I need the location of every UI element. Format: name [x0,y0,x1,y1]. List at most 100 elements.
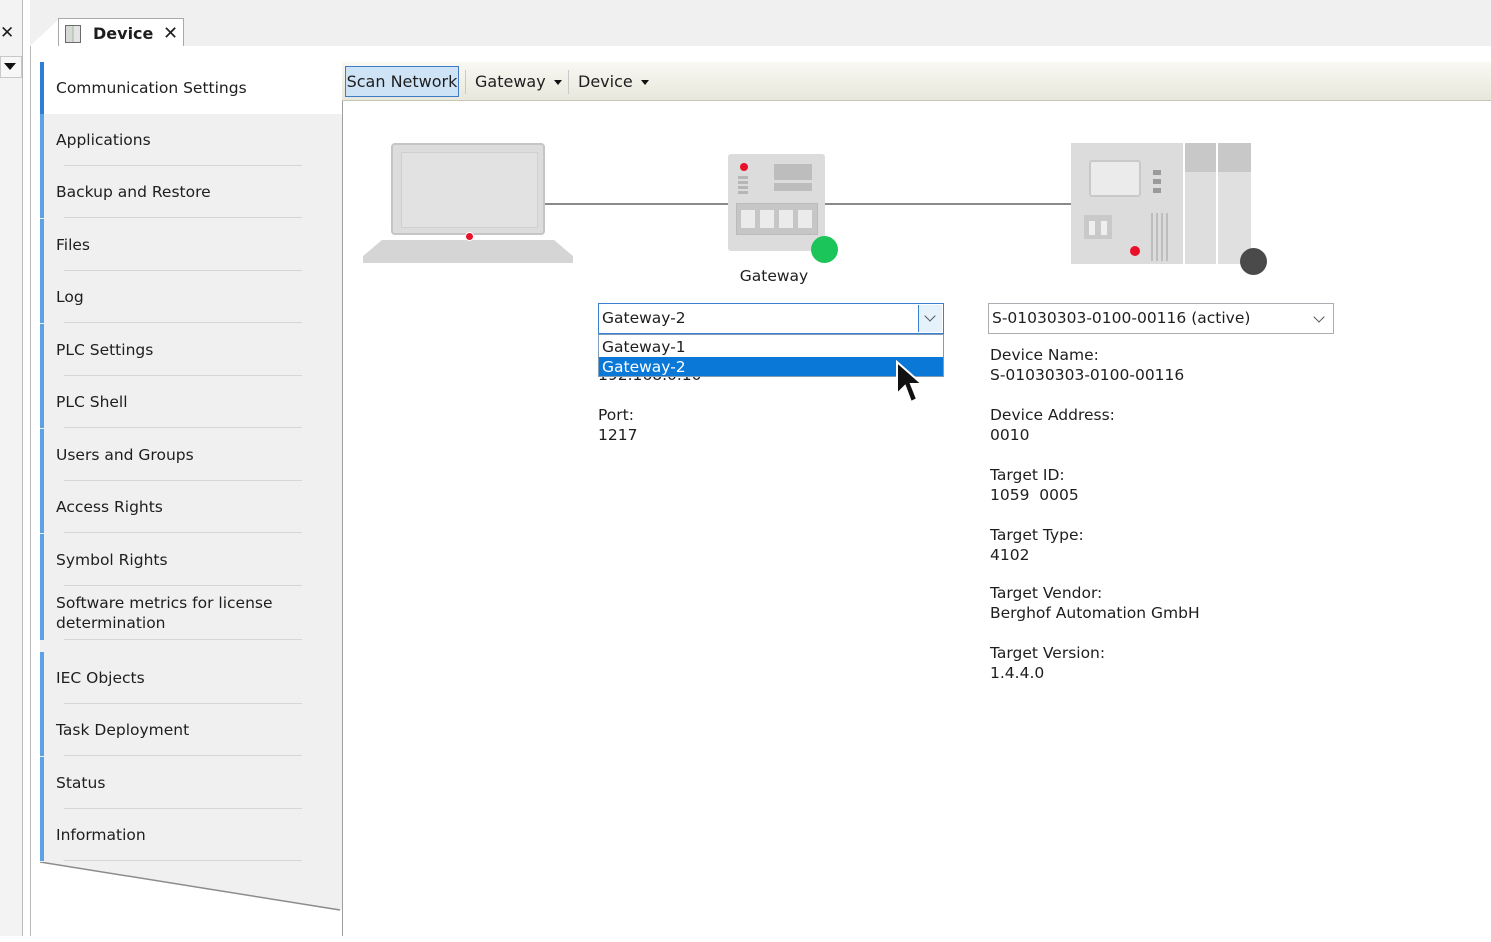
chevron-down-icon [924,310,936,322]
nav-item-label: Applications [56,131,151,149]
nav-item[interactable]: Symbol Rights [40,534,302,586]
device-field-label: Device Name: [990,346,1099,364]
plc-module-top [1218,143,1251,172]
device-select-value: S-01030303-0100-00116 (active) [992,309,1251,327]
nav-item[interactable]: PLC Settings [40,324,302,376]
plc-leds [1153,170,1161,197]
gateway-menu-button[interactable]: Gateway [475,66,562,97]
nav-item[interactable]: Software metrics for license determinati… [40,586,302,640]
gateway-indicator [740,163,748,171]
laptop-indicator [465,232,474,241]
nav-item-label: Access Rights [56,498,163,516]
device-field-label: Target ID: [990,466,1065,484]
nav-item-label: PLC Shell [56,393,128,411]
nav-item[interactable]: Log [40,271,302,323]
nav-item[interactable]: Task Deployment [40,704,302,756]
device-field-label: Target Vendor: [990,584,1103,602]
laptop-screen [401,152,538,228]
nav-item[interactable]: PLC Shell [40,376,302,428]
close-icon[interactable]: ✕ [0,24,14,42]
tab-device[interactable]: Device ✕ [58,18,184,47]
device-icon [65,25,81,43]
plc-vents [1151,213,1169,261]
port-label: Port: [598,406,634,424]
gateway-display [774,183,812,191]
toolbar-separator [568,70,569,94]
device-menu-button[interactable]: Device [578,66,649,97]
nav-item-label: Software metrics for license determinati… [56,594,273,632]
tab-close-icon[interactable]: ✕ [163,23,178,44]
gateway-select[interactable]: Gateway-2 [598,303,944,334]
device-field-value: 4102 [990,546,1030,564]
device-field-label: Target Version: [990,644,1106,662]
nav-item-label: Communication Settings [56,79,247,97]
scan-network-button[interactable]: Scan Network [345,66,459,97]
nav-item-label: Users and Groups [56,446,194,464]
nav-item[interactable]: Users and Groups [40,429,302,481]
nav-item-label: Log [56,288,84,306]
nav-item[interactable]: Applications [40,114,302,166]
side-strip [0,0,23,936]
plc-display [1089,160,1141,197]
plc-indicator [1130,246,1140,256]
plc-switches [1084,215,1112,239]
nav-item-label: Task Deployment [56,721,190,739]
gateway-option-selected[interactable]: Gateway-2 [599,357,943,376]
gateway-leds [738,176,748,194]
nav-item-label: IEC Objects [56,669,145,687]
device-field-value: S-01030303-0100-00116 [990,366,1185,384]
gateway-ports [736,203,818,235]
nav-separator [64,755,302,756]
device-field-value: 1.4.4.0 [990,664,1045,682]
device-field-label: Target Type: [990,526,1084,544]
nav-item[interactable]: Access Rights [40,481,302,533]
nav-item-label: Backup and Restore [56,183,211,201]
gateway-option[interactable]: Gateway-1 [599,337,943,356]
gateway-dropdown-list: Gateway-1 Gateway-2 [598,334,944,377]
laptop-base [363,240,573,263]
caret-down-icon [553,80,562,85]
nav-item-label: PLC Settings [56,341,154,359]
nav-separator [64,322,302,323]
device-menu-label: Device [578,72,633,91]
editor-tab-bar [30,0,1491,47]
device-field-value: Berghof Automation GmbH [990,604,1200,622]
dropdown-arrow-icon[interactable] [0,56,22,78]
nav-item[interactable]: Backup and Restore [40,166,302,218]
nav-item[interactable]: Communication Settings [40,62,342,114]
gateway-select-value: Gateway-2 [602,309,686,327]
mouse-cursor-icon [896,360,925,404]
gateway-select-toggle[interactable] [918,305,942,332]
nav-item[interactable]: IEC Objects [40,652,302,704]
nav-item[interactable]: Files [40,219,302,271]
port-value: 1217 [598,426,638,444]
nav-item-label: Symbol Rights [56,551,168,569]
nav-separator [64,427,302,428]
device-status-indicator [1240,248,1267,275]
nav-item-label: Files [56,236,91,254]
nav-separator [64,532,302,533]
nav-separator [64,860,302,861]
tab-edge [30,20,58,46]
connection-line [545,203,728,205]
nav-item[interactable]: Information [40,809,302,861]
toolbar-separator [465,70,466,94]
gateway-status-indicator [811,236,838,263]
device-field-value: 1059 0005 [990,486,1079,504]
gateway-caption: Gateway [739,267,809,285]
nav-footer-edge [40,862,341,911]
tab-label: Device [93,24,154,43]
nav-separator [64,639,302,640]
plc-module-top [1185,143,1216,172]
connection-line [825,203,1071,205]
nav-item-label: Status [56,774,106,792]
nav-item-label: Information [56,826,146,844]
device-field-value: 0010 [990,426,1030,444]
device-field-label: Device Address: [990,406,1115,424]
chevron-down-icon [1313,311,1325,323]
caret-down-icon [640,80,649,85]
gateway-display [774,164,812,180]
nav-item[interactable]: Status [40,757,302,809]
gateway-menu-label: Gateway [475,72,546,91]
device-select[interactable]: S-01030303-0100-00116 (active) [988,303,1334,334]
